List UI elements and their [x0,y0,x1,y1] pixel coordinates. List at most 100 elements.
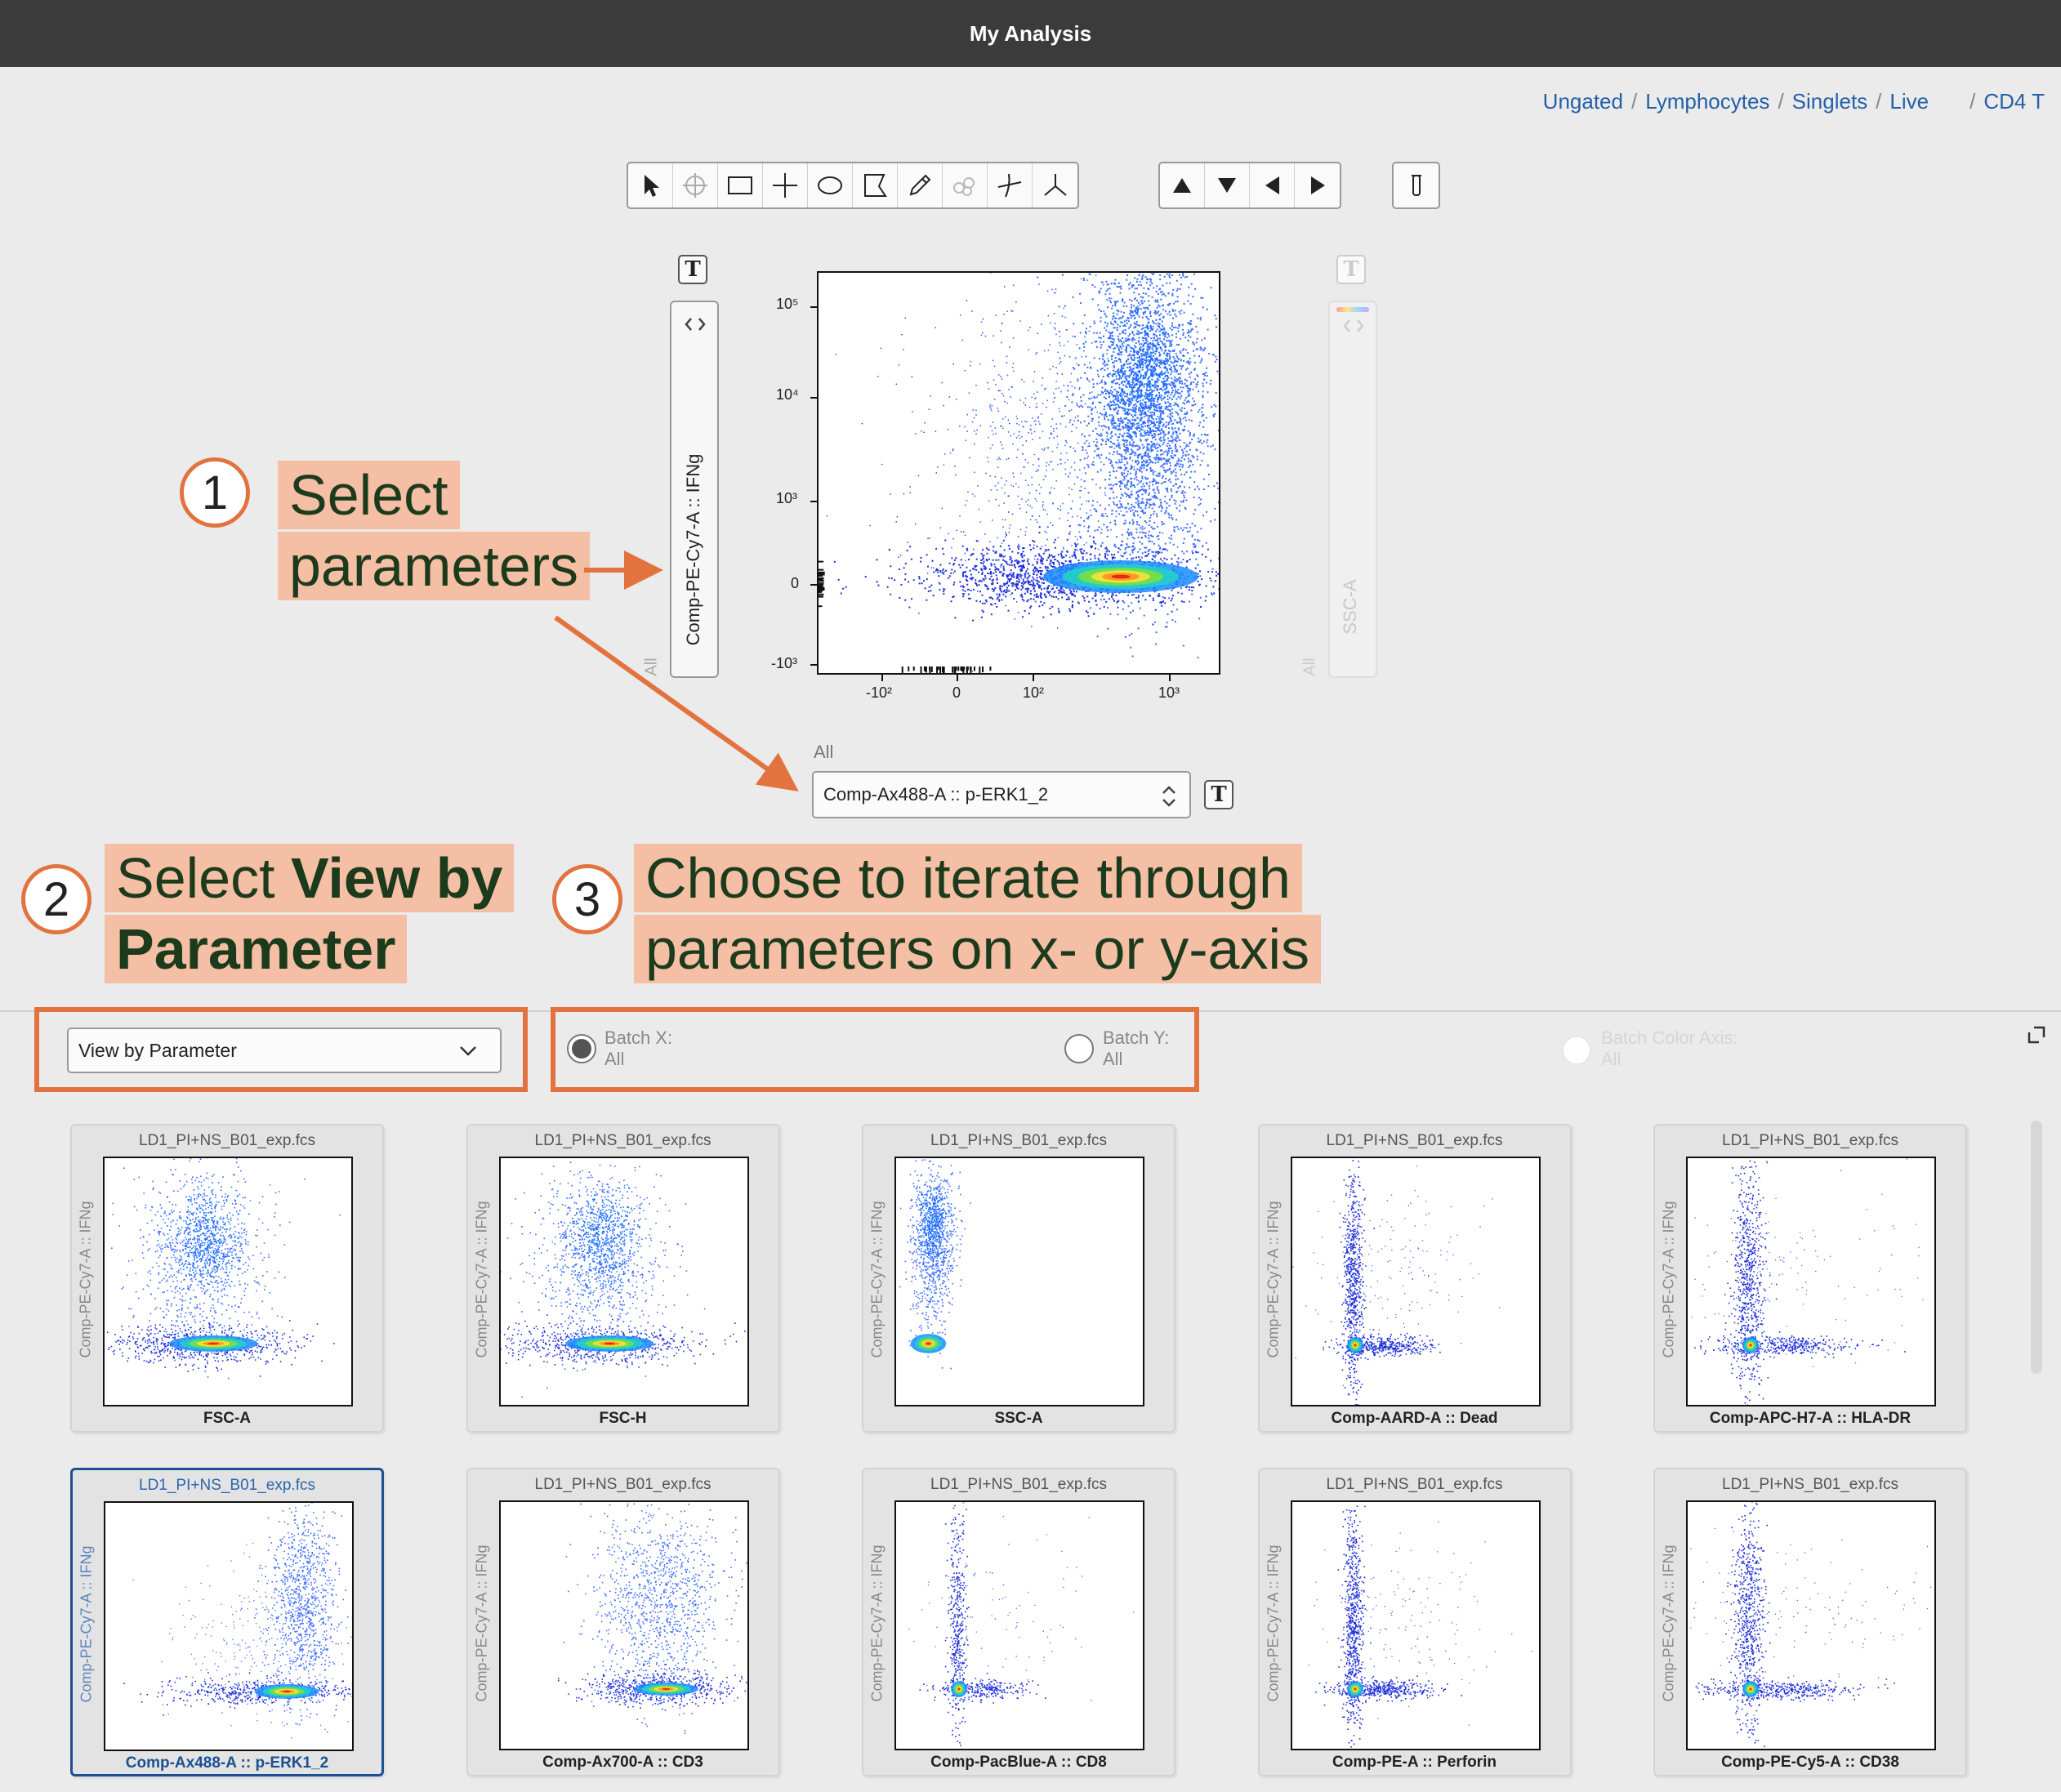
rectangle-gate-icon [728,176,752,194]
thumbnail-plot[interactable] [894,1500,1144,1750]
thumbnail-plot[interactable] [103,1157,353,1406]
up-down-chevron-icon [1162,786,1175,807]
thumbnail-card[interactable]: LD1_PI+NS_B01_exp.fcs Comp-PE-Cy7-A :: I… [1257,1124,1572,1433]
thumbnail-card[interactable]: LD1_PI+NS_B01_exp.fcs Comp-PE-Cy7-A :: I… [862,1468,1175,1776]
thumbnail-x-label: Comp-Ax488-A :: p-ERK1_2 [125,1754,329,1772]
curly-quadrant-button[interactable] [988,163,1033,207]
move-down-button[interactable] [1205,163,1250,207]
quadrant-circle-tool-button[interactable] [673,163,718,207]
thumbnail-plot[interactable] [1290,1157,1541,1406]
spider-gate-icon [953,177,975,196]
x-tick-label: 10² [1023,684,1045,701]
y-all-label: All [642,658,661,676]
spider-gate-button[interactable] [943,163,988,207]
color-text-toggle-button[interactable]: T [1336,255,1366,284]
thumbnail-card[interactable]: LD1_PI+NS_B01_exp.fcs Comp-PE-Cy7-A :: I… [1653,1124,1967,1433]
quadrant-gate-button[interactable] [763,163,808,207]
step-3-text-line1: Choose to iterate through [634,844,1302,912]
batch-x-label-group: Batch X: All [604,1028,672,1070]
polygon-gate-icon [864,174,887,197]
thumbnail-filename: LD1_PI+NS_B01_exp.fcs [1722,1132,1898,1149]
main-plot-canvas [819,50,1329,736]
batch-color-value: All [1601,1049,1622,1069]
thumbnail-x-label: FSC-H [599,1410,647,1427]
x-parameter-label: Comp-Ax488-A :: p-ERK1_2 [823,784,1049,805]
pointer-tool-button[interactable] [628,163,673,207]
breadcrumb-separator: / [1778,88,1784,114]
main-scatter-plot[interactable] [817,50,1329,736]
thumbnail-x-label: SSC-A [994,1410,1043,1427]
thumbnail-card[interactable]: LD1_PI+NS_B01_exp.fcs Comp-PE-Cy7-A :: I… [1257,1468,1572,1776]
polygon-gate-button[interactable] [853,163,898,207]
arrow-down-icon [1218,178,1236,193]
thumbnail-card[interactable]: LD1_PI+NS_B01_exp.fcs Comp-PE-Cy7-A :: I… [466,1124,780,1433]
thumbnail-card[interactable]: LD1_PI+NS_B01_exp.fcs Comp-PE-Cy7-A :: I… [70,1124,384,1433]
thumbnail-x-label: Comp-PacBlue-A :: CD8 [930,1754,1107,1771]
thumbnail-y-label: Comp-PE-Cy7-A :: IFNg [1660,1545,1677,1702]
expand-icon[interactable] [2026,1024,2047,1045]
thumbnail-filename: LD1_PI+NS_B01_exp.fcs [534,1132,712,1149]
thumbnail-card[interactable]: LD1_PI+NS_B01_exp.fcs Comp-PE-Cy7-A :: I… [1653,1468,1967,1776]
thumbnail-plot-canvas [123,1503,352,1739]
thumbnail-plot[interactable] [498,1157,749,1406]
thumbnail-plot[interactable] [1290,1500,1541,1750]
x-tick-label: 10³ [1158,684,1180,701]
quadrant-gate-icon [773,173,797,198]
tri-gate-button[interactable] [1033,163,1077,207]
ellipse-gate-button[interactable] [808,163,853,207]
thumbnail-plot[interactable] [104,1501,354,1751]
y-text-toggle-button[interactable]: T [678,255,707,284]
x-tick-label: 0 [952,684,961,701]
move-right-button[interactable] [1295,163,1340,207]
thumbnail-card[interactable]: LD1_PI+NS_B01_exp.fcs Comp-PE-Cy7-A :: I… [70,1468,384,1776]
rectangle-gate-button[interactable] [718,163,763,207]
breadcrumb-live[interactable]: Live [1889,89,1929,114]
thumbnail-plot-canvas [1690,1502,1932,1747]
y-tick-label: -10³ [771,655,798,671]
freehand-gate-button[interactable] [898,163,943,207]
color-all-label: All [1300,658,1319,676]
thumbnail-scrollbar[interactable] [2031,1121,2042,1374]
tube-button[interactable] [1394,163,1439,207]
thumbnail-card[interactable]: LD1_PI+NS_B01_exp.fcs Comp-PE-Cy7-A :: I… [862,1124,1175,1433]
batch-color-radio[interactable] [1562,1036,1591,1065]
step-1-marker: 1 [180,457,250,528]
window-title: My Analysis [969,20,1092,46]
thumbnail-x-label: Comp-PE-A :: Perforin [1332,1754,1497,1771]
thumbnail-y-label: Comp-PE-Cy7-A :: IFNg [473,1545,489,1702]
x-text-toggle-button[interactable]: T [1204,780,1233,809]
breadcrumb-singlets[interactable]: Singlets [1792,89,1868,114]
batch-x-value: All [604,1049,625,1069]
window-title-bar: My Analysis [0,0,2061,67]
view-mode-value: View by Parameter [78,1039,237,1061]
move-up-button[interactable] [1160,163,1205,207]
move-left-button[interactable] [1250,163,1295,207]
thumbnail-plot-canvas [557,1503,747,1735]
thumbnail-y-label: Comp-PE-Cy7-A :: IFNg [78,1545,95,1703]
thumbnail-plot[interactable] [498,1500,749,1750]
thumbnail-plot[interactable] [1686,1500,1936,1750]
thumbnail-card[interactable]: LD1_PI+NS_B01_exp.fcs Comp-PE-Cy7-A :: I… [466,1468,780,1776]
view-mode-dropdown[interactable]: View by Parameter [67,1028,502,1073]
x-parameter-selector[interactable]: Comp-Ax488-A :: p-ERK1_2 [812,771,1191,818]
batch-y-label: Batch Y: [1103,1028,1170,1048]
breadcrumb-cd4t[interactable]: CD4 T [1983,89,2045,114]
batch-x-radio[interactable] [567,1034,596,1063]
step-2-text-line2: Parameter [105,915,408,983]
thumbnail-plot-canvas [500,1161,746,1398]
thumbnail-plot[interactable] [1686,1157,1936,1406]
thumbnail-plot[interactable] [894,1157,1144,1406]
y-parameter-selector[interactable]: Comp-PE-Cy7-A :: IFNg [670,301,719,678]
curly-quadrant-icon [997,173,1022,198]
breadcrumb-ungated[interactable]: Ungated [1543,89,1623,114]
thumbnail-y-label: Comp-PE-Cy7-A :: IFNg [1265,1201,1281,1358]
step-2-text-pre: Select [116,846,291,910]
breadcrumb-lymphocytes[interactable]: Lymphocytes [1645,89,1769,114]
thumbnail-plot-canvas [1691,1158,1924,1405]
batch-y-radio[interactable] [1064,1034,1094,1063]
step-3-marker: 3 [552,864,622,934]
thumbnail-x-label: Comp-APC-H7-A :: HLA-DR [1709,1410,1912,1427]
x-tick-label: -10² [866,684,893,701]
color-parameter-selector[interactable]: SSC-A [1328,301,1377,678]
thumbnail-filename: LD1_PI+NS_B01_exp.fcs [1326,1132,1503,1149]
